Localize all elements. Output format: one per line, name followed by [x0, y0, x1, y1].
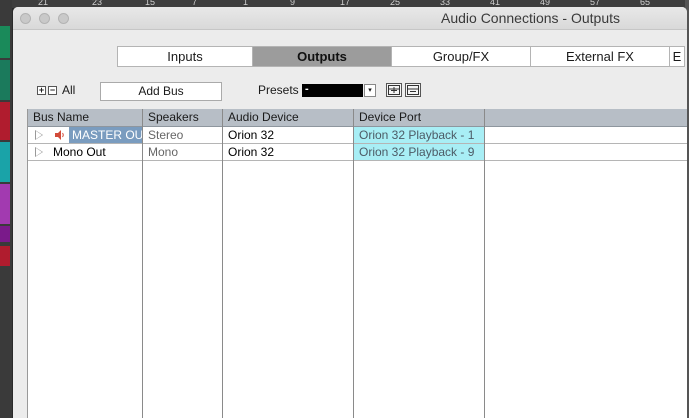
device-port-cell[interactable]: Orion 32 Playback - 1 [354, 127, 484, 143]
column-divider[interactable] [484, 109, 485, 418]
ruler-mark: 57 [590, 0, 601, 7]
column-header-audio-device[interactable]: Audio Device [223, 109, 354, 126]
audio-connections-window: Audio Connections - Outputs Inputs Outpu… [13, 7, 687, 418]
zoom-button[interactable] [58, 13, 69, 24]
ruler-mark: 7 [192, 0, 198, 7]
save-preset-icon[interactable] [386, 83, 402, 97]
toolbar: + − All Add Bus Presets - ▾ [13, 82, 687, 102]
bus-name-cell[interactable]: MASTER OUT [69, 127, 143, 143]
close-button[interactable] [20, 13, 31, 24]
ruler-mark: 65 [640, 0, 651, 7]
track-color-strip [0, 142, 10, 182]
track-color-strip [0, 184, 10, 224]
ruler-mark: 41 [490, 0, 501, 7]
tab-outputs[interactable]: Outputs [253, 46, 392, 67]
column-header-device-port[interactable]: Device Port [354, 109, 485, 126]
ruler-mark: 25 [390, 0, 401, 7]
presets-label: Presets [258, 83, 299, 97]
minimize-button[interactable] [39, 13, 50, 24]
table-row[interactable]: MASTER OUT Stereo Orion 32 Orion 32 Play… [28, 127, 687, 144]
title-bar[interactable]: Audio Connections - Outputs [13, 7, 687, 30]
connections-table: Bus Name Speakers Audio Device Device Po… [27, 109, 687, 418]
column-divider[interactable] [353, 109, 354, 418]
tab-bar: Inputs Outputs Group/FX External FX E [117, 46, 685, 67]
expand-all-button[interactable]: + [37, 86, 46, 95]
track-color-strip [0, 226, 10, 242]
delete-preset-icon[interactable] [405, 83, 421, 97]
table-row[interactable]: Mono Out Mono Orion 32 Orion 32 Playback… [28, 144, 687, 161]
ruler-mark: 15 [145, 0, 156, 7]
tab-inputs[interactable]: Inputs [117, 46, 253, 67]
track-color-strip [0, 102, 10, 140]
tab-group-fx[interactable]: Group/FX [392, 46, 531, 67]
tab-more[interactable]: E [670, 46, 685, 67]
ruler-mark: 49 [540, 0, 551, 7]
collapse-all-button[interactable]: − [48, 86, 57, 95]
expand-triangle-icon[interactable] [35, 130, 43, 140]
audio-device-cell[interactable]: Orion 32 [223, 127, 354, 143]
tab-external-fx[interactable]: External FX [531, 46, 670, 67]
ruler-mark: 17 [340, 0, 351, 7]
presets-select[interactable]: - [302, 84, 363, 97]
speaker-icon [55, 130, 64, 140]
window-title: Audio Connections - Outputs [441, 10, 620, 26]
track-color-strip [0, 60, 10, 100]
column-divider[interactable] [142, 109, 143, 418]
track-color-strip [0, 246, 10, 266]
audio-device-cell[interactable]: Orion 32 [223, 144, 354, 160]
all-label: All [62, 83, 76, 97]
table-header: Bus Name Speakers Audio Device Device Po… [28, 109, 687, 127]
add-bus-button[interactable]: Add Bus [100, 82, 222, 101]
column-divider[interactable] [222, 109, 223, 418]
bus-name-cell[interactable]: Mono Out [48, 144, 143, 160]
speakers-cell[interactable]: Mono [143, 144, 223, 160]
expand-triangle-icon[interactable] [35, 147, 43, 157]
speakers-cell[interactable]: Stereo [143, 127, 223, 143]
background-track-area [0, 0, 12, 418]
presets-dropdown-icon[interactable]: ▾ [364, 84, 376, 97]
track-color-strip [0, 26, 10, 58]
ruler-mark: 1 [243, 0, 249, 7]
device-port-cell[interactable]: Orion 32 Playback - 9 [354, 144, 484, 160]
ruler-mark: 33 [440, 0, 451, 7]
column-header-speakers[interactable]: Speakers [143, 109, 223, 126]
ruler-mark: 21 [38, 0, 49, 7]
ruler-mark: 23 [92, 0, 103, 7]
ruler-mark: 9 [290, 0, 296, 7]
column-header-bus-name[interactable]: Bus Name [28, 109, 143, 126]
